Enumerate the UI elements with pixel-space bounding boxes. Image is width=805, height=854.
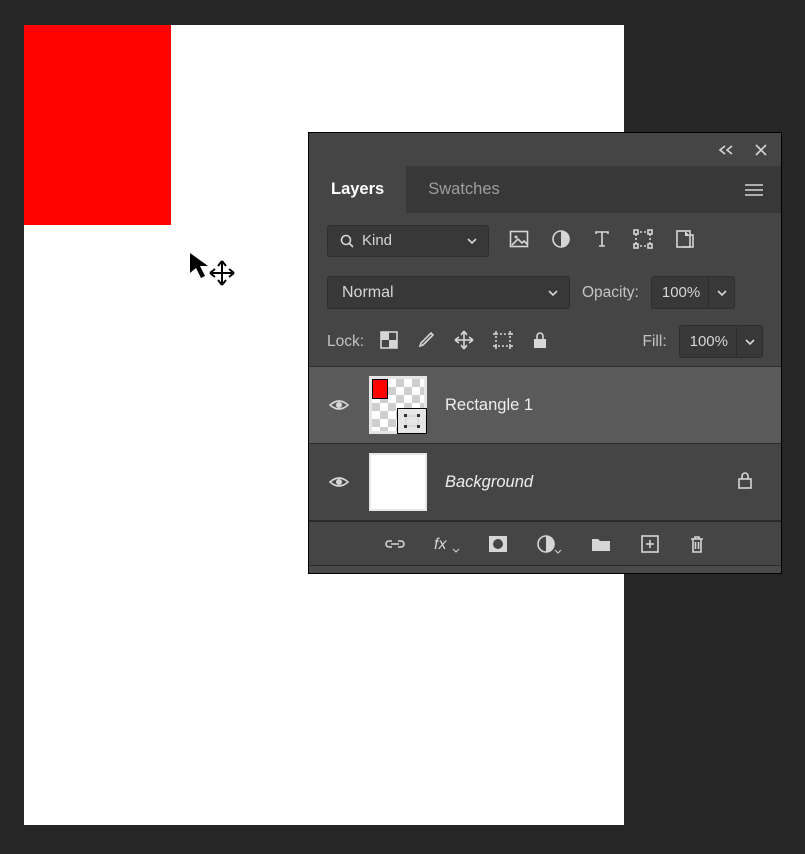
- new-group-icon[interactable]: [590, 535, 612, 553]
- layers-list: Rectangle 1 Background: [309, 366, 781, 521]
- filter-image-icon[interactable]: [509, 230, 529, 252]
- chevron-down-icon[interactable]: [708, 277, 734, 308]
- vector-badge-icon: [398, 409, 426, 433]
- layer-locked-icon[interactable]: [737, 471, 753, 493]
- opacity-input[interactable]: 100%: [651, 276, 735, 309]
- rectangle-shape[interactable]: [24, 25, 171, 225]
- panel-resize-handle[interactable]: [309, 565, 781, 573]
- lock-position-icon[interactable]: [454, 330, 474, 354]
- tab-swatches[interactable]: Swatches: [406, 166, 522, 213]
- layer-item-rectangle-1[interactable]: Rectangle 1: [309, 367, 781, 444]
- blend-mode-value: Normal: [342, 284, 394, 302]
- layer-item-background[interactable]: Background: [309, 444, 781, 521]
- panel-menu-icon[interactable]: [737, 166, 771, 213]
- layer-filter-row: Kind: [309, 213, 781, 268]
- fill-value: 100%: [680, 333, 736, 350]
- chevron-down-icon: [466, 236, 478, 246]
- visibility-toggle-icon[interactable]: [327, 474, 351, 490]
- layers-footer: fx: [309, 521, 781, 565]
- fill-label: Fill:: [643, 333, 667, 351]
- add-mask-icon[interactable]: [488, 535, 508, 553]
- panel-titlebar[interactable]: [309, 133, 781, 166]
- layers-panel: Layers Swatches Kind Normal: [309, 133, 781, 573]
- filter-adjustment-icon[interactable]: [551, 229, 571, 253]
- filter-type-icon[interactable]: [593, 230, 611, 252]
- lock-transparency-icon[interactable]: [380, 331, 398, 353]
- visibility-toggle-icon[interactable]: [327, 397, 351, 413]
- filter-kind-label: Kind: [362, 232, 392, 249]
- svg-text:fx: fx: [434, 536, 447, 553]
- link-layers-icon[interactable]: [384, 537, 406, 551]
- layer-name-label[interactable]: Rectangle 1: [445, 396, 533, 415]
- delete-layer-icon[interactable]: [688, 534, 706, 554]
- filter-kind-dropdown[interactable]: Kind: [327, 225, 489, 257]
- opacity-label: Opacity:: [582, 284, 639, 302]
- chevron-down-icon[interactable]: [736, 326, 762, 357]
- search-icon: [340, 234, 354, 248]
- layer-thumbnail[interactable]: [369, 453, 427, 511]
- fill-input[interactable]: 100%: [679, 325, 763, 358]
- tab-layers[interactable]: Layers: [309, 166, 406, 213]
- lock-artboard-icon[interactable]: [492, 330, 514, 354]
- chevron-down-icon: [547, 288, 559, 298]
- layer-thumbnail[interactable]: [369, 376, 427, 434]
- adjustment-layer-icon[interactable]: [536, 534, 562, 554]
- new-layer-icon[interactable]: [640, 534, 660, 554]
- layer-effects-icon[interactable]: fx: [434, 535, 460, 553]
- collapse-panel-icon[interactable]: [717, 144, 739, 156]
- lock-label: Lock:: [327, 333, 364, 351]
- lock-fill-row: Lock: Fill: 100%: [309, 317, 781, 366]
- panel-tabs: Layers Swatches: [309, 166, 781, 213]
- lock-pixels-icon[interactable]: [416, 330, 436, 354]
- layer-name-label[interactable]: Background: [445, 473, 533, 492]
- lock-all-icon[interactable]: [532, 331, 548, 353]
- filter-shape-icon[interactable]: [633, 229, 653, 253]
- blend-mode-dropdown[interactable]: Normal: [327, 276, 570, 309]
- filter-smartobject-icon[interactable]: [675, 229, 695, 253]
- blend-opacity-row: Normal Opacity: 100%: [309, 268, 781, 317]
- opacity-value: 100%: [652, 284, 708, 301]
- close-panel-icon[interactable]: [753, 142, 769, 158]
